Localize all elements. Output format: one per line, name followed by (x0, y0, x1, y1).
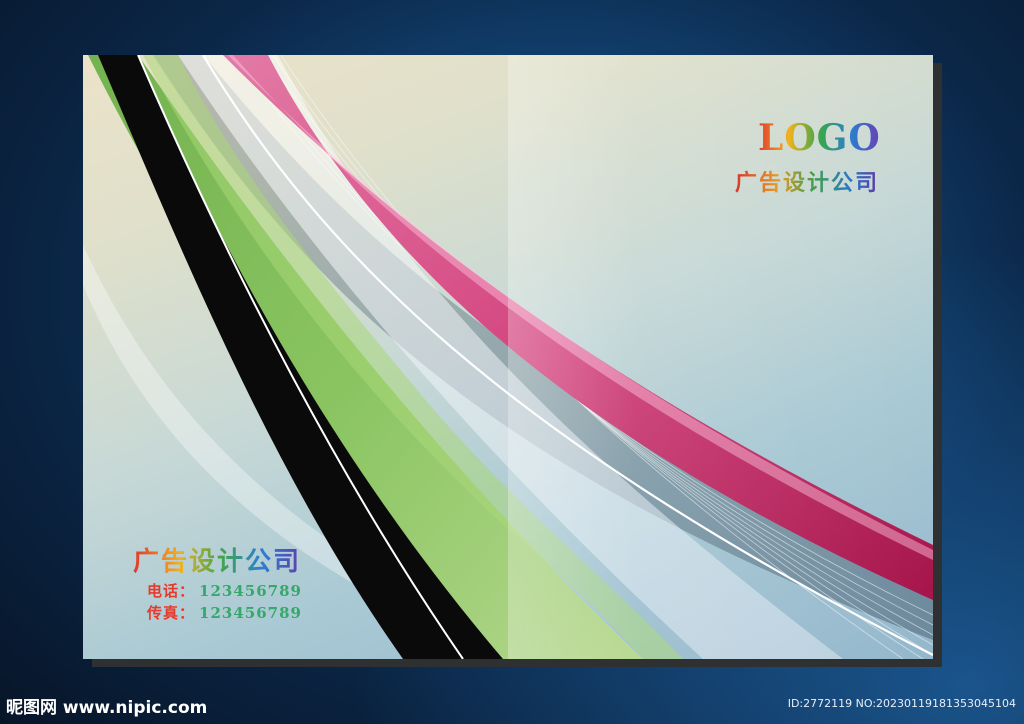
company-name-top: 广告设计公司 (735, 165, 879, 197)
fax-label: 传真： (147, 604, 196, 622)
phone-label: 电话： (147, 582, 196, 600)
phone-value: 123456789 (199, 582, 302, 600)
watermark-site: 昵图网 www.nipic.com (6, 698, 208, 718)
company-name-bottom: 广告设计公司 (133, 541, 301, 578)
background: LOGO 广告设计公司 广告设计公司 电话： 123456789 传真： 12345… (0, 0, 1024, 724)
phone-line: 电话： 123456789 (147, 580, 302, 601)
watermark-id: ID:2772119 NO:20230119181353045104 (787, 697, 1016, 710)
brochure-cover: LOGO 广告设计公司 广告设计公司 电话： 123456789 传真： 12345… (83, 55, 933, 659)
fax-value: 123456789 (199, 604, 302, 622)
logo-text: LOGO (758, 117, 881, 159)
fax-line: 传真： 123456789 (147, 602, 302, 623)
